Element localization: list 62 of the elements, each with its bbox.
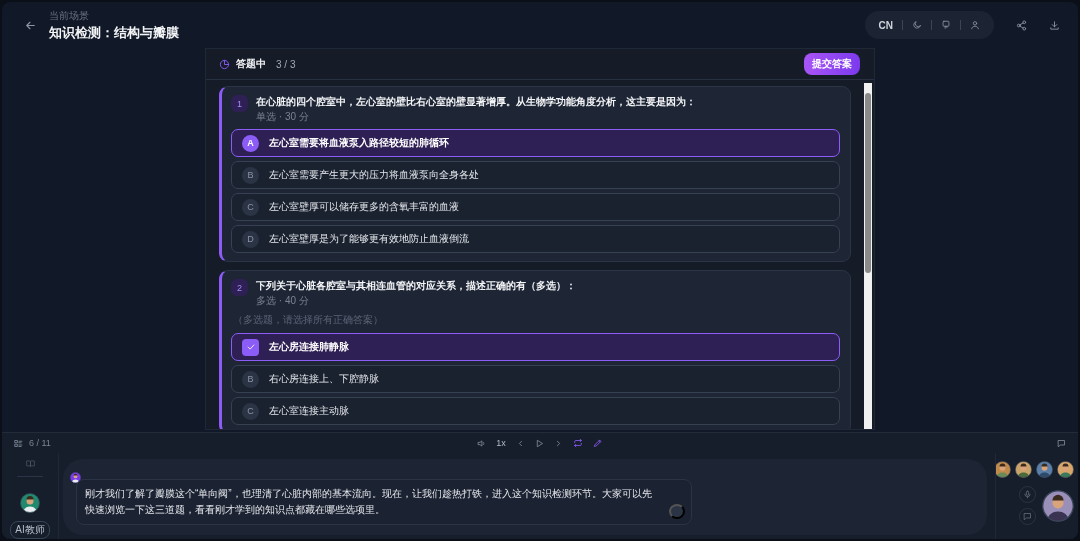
student-avatar [1036,461,1053,478]
teacher-avatar [18,493,42,513]
volume-icon[interactable] [477,438,487,448]
question-number: 1 [231,95,248,112]
share-icon[interactable] [1016,19,1027,31]
answer-option[interactable]: B 左心室需要产生更大的压力将血液泵向全身各处 [231,161,840,189]
option-text: 左心房连接肺静脉 [269,340,349,354]
user-avatar [1042,489,1074,522]
play-button[interactable] [669,504,685,519]
user-icon[interactable] [970,20,980,30]
option-letter: A [242,134,259,152]
student-avatar [996,461,1011,478]
question-meta: 单选 · 30 分 [256,110,310,124]
page-title: 知识检测：结构与瓣膜 [49,23,180,42]
moon-icon[interactable] [912,20,922,30]
question-text: 下列关于心脏各腔室与其相连血管的对应关系，描述正确的有（多选）： [256,279,576,293]
question-number: 2 [231,279,248,296]
option-letter: C [242,402,259,420]
page-counter: 6 / 11 [29,438,51,448]
question-text: 在心脏的四个腔室中，左心室的壁比右心室的壁显著增厚。从生物学功能角度分析，这主要是因为： [256,95,696,109]
board-icon[interactable] [941,20,951,30]
repeat-icon[interactable] [572,438,583,448]
download-icon[interactable] [1049,19,1060,31]
answer-option[interactable]: B 右心房连接上、下腔静脉 [231,365,840,393]
quiz-status: 答题中 [236,57,266,71]
play-icon[interactable] [534,438,544,448]
option-text: 右心房连接上、下腔静脉 [269,372,379,386]
option-text: 左心室需要将血液泵入路径较短的肺循环 [269,136,449,150]
answer-option[interactable]: A 左心室需要将血液泵入路径较短的肺循环 [231,129,840,157]
option-letter: B [242,166,259,184]
checkbox[interactable] [242,338,259,356]
option-letter: B [242,370,259,388]
option-letter: C [242,198,259,216]
speed-button[interactable]: 1x [496,438,506,448]
pen-icon[interactable] [592,438,603,448]
answer-option[interactable]: 左心房连接肺静脉 [231,333,840,361]
answer-option[interactable]: C 左心室壁厚可以储存更多的含氧丰富的血液 [231,193,840,221]
option-letter: D [242,230,259,248]
scrollbar[interactable] [864,83,872,429]
comment-icon[interactable] [1057,438,1066,448]
clock-icon [219,58,230,70]
student-avatar [1015,461,1032,478]
option-text: 左心室壁厚可以储存更多的含氧丰富的血液 [269,200,459,214]
speaker-avatar [70,472,81,483]
answer-option[interactable]: D 左心室壁厚是为了能够更有效地防止血液倒流 [231,225,840,253]
breadcrumb: 当前场景 [49,8,90,23]
submit-button[interactable]: 提交答案 [804,53,860,75]
book-icon[interactable] [24,459,36,469]
question-meta: 多选 · 40 分 [256,294,310,308]
mic-icon [1023,490,1032,499]
student-avatar [1057,461,1074,478]
option-text: 左心室需要产生更大的压力将血液泵向全身各处 [269,168,479,182]
list-icon[interactable] [14,438,23,448]
message-text: 刚才我们了解了瓣膜这个“单向阀”，也理清了心脏内部的基本流向。现在，让我们趁热打铁，进入这个知识检测环节。大家可以先快速浏览一下这三道题，看看刚才学到的知识点都藏在哪些选项里。 [85,487,653,517]
speaker-label: AI教师 [10,521,50,539]
language-button[interactable]: CN [878,19,893,31]
comment-icon [1023,512,1032,521]
option-text: 左心室壁厚是为了能够更有效地防止血液倒流 [269,232,469,246]
answer-option[interactable]: C 左心室连接主动脉 [231,397,840,425]
check-icon [245,342,256,352]
question-counter: 3 / 3 [276,58,297,70]
option-text: 左心室连接主动脉 [269,404,349,418]
